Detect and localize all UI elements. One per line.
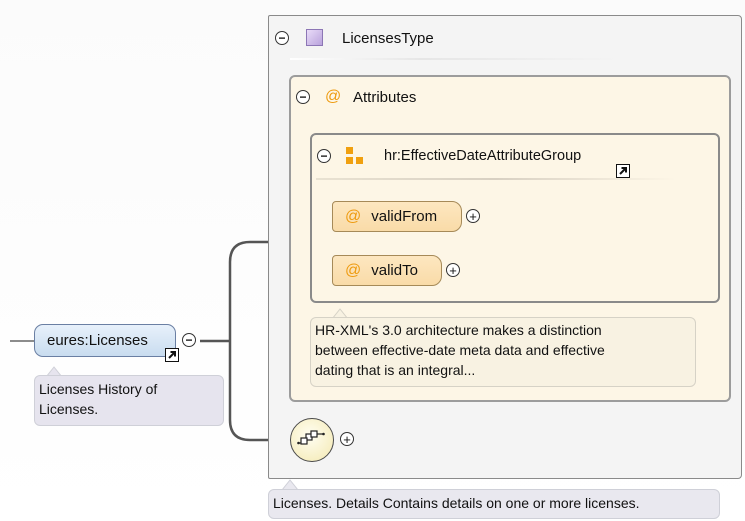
- collapse-type-toggle[interactable]: −: [275, 31, 289, 45]
- note-line: HR-XML's 3.0 architecture makes a distin…: [315, 322, 602, 338]
- complex-type-name: LicensesType: [342, 30, 434, 47]
- type-header-divider: [290, 58, 620, 60]
- attribute-group-note: HR-XML's 3.0 architecture makes a distin…: [310, 317, 696, 387]
- collapse-attributes-toggle[interactable]: −: [296, 90, 310, 104]
- attribute-group-icon: [346, 147, 364, 165]
- attribute-name: validFrom: [371, 208, 438, 225]
- square-type-icon: [306, 29, 323, 46]
- attributes-label: Attributes: [353, 89, 417, 106]
- note-line: dating that is an integral...: [315, 362, 476, 378]
- sequence-compositor[interactable]: [290, 418, 334, 462]
- note-line: Licenses History of: [39, 381, 158, 397]
- attribute-validto[interactable]: @ validTo: [332, 255, 442, 286]
- attribute-at-icon: @: [345, 261, 362, 279]
- link-arrow-icon[interactable]: [165, 348, 179, 362]
- expand-validfrom-toggle[interactable]: +: [466, 209, 480, 223]
- attribute-validfrom[interactable]: @ validFrom: [332, 201, 462, 232]
- schema-diagram: − LicensesType − @ Attributes − hr:Effec…: [0, 0, 745, 521]
- note-line: Licenses.: [39, 401, 99, 417]
- sequence-compositor-icon: [297, 430, 325, 445]
- expand-sequence-toggle[interactable]: +: [340, 432, 354, 446]
- expand-validto-toggle[interactable]: +: [446, 263, 460, 277]
- collapse-element-toggle[interactable]: −: [182, 333, 196, 347]
- complex-type-note: Licenses. Details Contains details on on…: [268, 489, 720, 519]
- element-name: eures:Licenses: [47, 332, 148, 349]
- note-line: between effective-date meta data and eff…: [315, 342, 605, 358]
- collapse-attribute-group-toggle[interactable]: −: [317, 149, 331, 163]
- attribute-group-name: hr:EffectiveDateAttributeGroup: [384, 148, 582, 164]
- element-note: Licenses History of Licenses.: [34, 375, 224, 426]
- attribute-name: validTo: [371, 262, 418, 279]
- attribute-at-icon: @: [345, 207, 362, 225]
- element-eures-licenses[interactable]: eures:Licenses: [34, 324, 176, 357]
- note-pointer: [281, 479, 299, 490]
- attribute-at-icon: @: [325, 88, 342, 105]
- attribute-group-divider: [316, 178, 676, 180]
- link-arrow-icon[interactable]: [616, 164, 630, 178]
